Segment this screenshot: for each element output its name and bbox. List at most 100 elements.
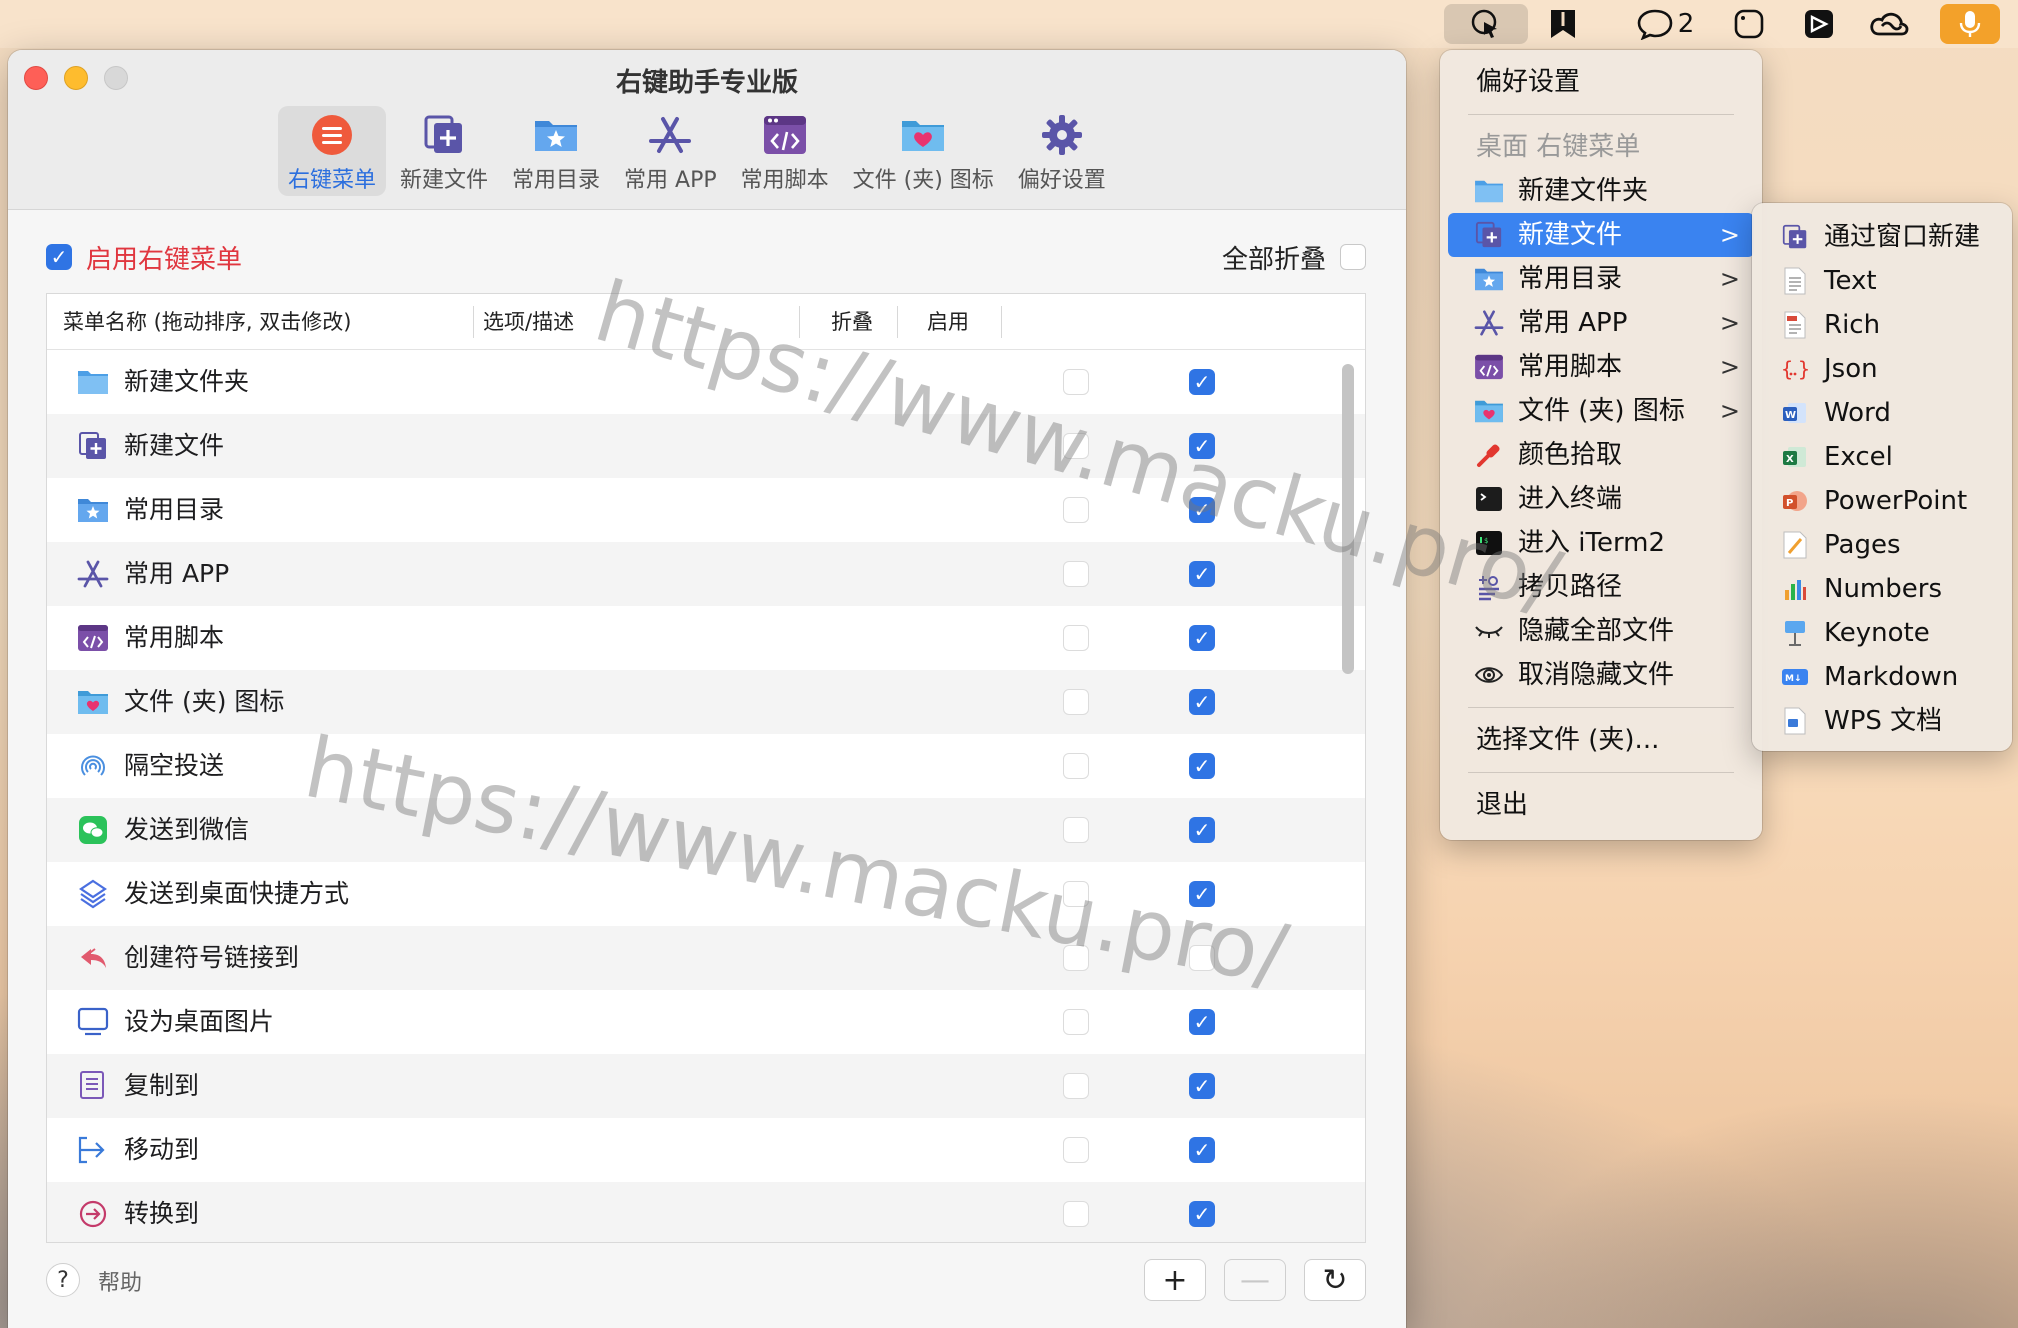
table-row[interactable]: 复制到 ✓ [47,1054,1365,1118]
tab-file-folder-icon[interactable]: 文件 (夹) 图标 [843,106,1004,196]
column-header-description[interactable]: 选项/描述 [483,294,574,350]
tab-common-script[interactable]: 常用脚本 [731,106,839,196]
row-fold-checkbox[interactable] [1063,689,1089,715]
capcut-menubar-icon[interactable] [1792,4,1846,44]
row-fold-checkbox[interactable] [1063,945,1089,971]
submenu-item[interactable]: Pages [1752,523,2012,567]
right-click-assistant-menubar-icon[interactable] [1444,4,1528,44]
menu-item[interactable]: 拷贝路径 [1448,565,1754,609]
chat-menubar-icon[interactable]: 2 [1620,4,1710,44]
table-row[interactable]: 新建文件夹 ✓ [47,350,1365,414]
row-fold-checkbox[interactable] [1063,753,1089,779]
menu-item[interactable]: $ 进入 iTerm2 [1448,521,1754,565]
table-scrollbar[interactable] [1342,364,1354,674]
menu-item[interactable]: 新建文件 > [1448,213,1754,257]
row-enable-checkbox[interactable]: ✓ [1189,1073,1215,1099]
column-header-name[interactable]: 菜单名称 (拖动排序, 双击修改) [63,294,351,350]
table-row[interactable]: 创建符号链接到 [47,926,1365,990]
menu-item[interactable]: 文件 (夹) 图标 > [1448,389,1754,433]
pages-icon [1780,531,1810,559]
row-fold-checkbox[interactable] [1063,433,1089,459]
tab-label: 偏好设置 [1017,168,1106,193]
row-enable-checkbox[interactable]: ✓ [1189,753,1215,779]
table-row[interactable]: 转换到 ✓ [47,1182,1365,1242]
row-enable-checkbox[interactable]: ✓ [1189,881,1215,907]
table-row[interactable]: 设为桌面图片 ✓ [47,990,1365,1054]
row-enable-checkbox[interactable] [1189,945,1215,971]
submenu-item[interactable]: Rich [1752,303,2012,347]
table-row[interactable]: 发送到微信 ✓ [47,798,1365,862]
table-row[interactable]: 常用脚本 ✓ [47,606,1365,670]
row-enable-checkbox[interactable]: ✓ [1189,1009,1215,1035]
submenu-item[interactable]: WPS 文档 [1752,699,2012,743]
table-row[interactable]: 移动到 ✓ [47,1118,1365,1182]
tab-right-click-menu[interactable]: 右键菜单 [278,106,387,196]
microphone-menubar-icon[interactable] [1940,4,2000,44]
menu-item-quit[interactable]: 退出 [1448,783,1754,827]
menu-item[interactable]: 常用脚本 > [1448,345,1754,389]
submenu-item[interactable]: Numbers [1752,567,2012,611]
menu-item[interactable]: 新建文件夹 [1448,169,1754,213]
submenu-item[interactable]: 通过窗口新建 [1752,215,2012,259]
submenu-item[interactable]: P PowerPoint [1752,479,2012,523]
submenu-item[interactable]: W Word [1752,391,2012,435]
row-fold-checkbox[interactable] [1063,369,1089,395]
table-row[interactable]: 常用目录 ✓ [47,478,1365,542]
submenu-item[interactable]: {} Json [1752,347,2012,391]
refresh-button[interactable]: ↻ [1304,1259,1366,1301]
row-fold-checkbox[interactable] [1063,1201,1089,1227]
submenu-item[interactable]: Text [1752,259,2012,303]
submenu-item[interactable]: X Excel [1752,435,2012,479]
row-fold-checkbox[interactable] [1063,497,1089,523]
creative-cloud-menubar-icon[interactable] [1862,4,1916,44]
remove-button[interactable]: — [1224,1259,1286,1301]
row-enable-checkbox[interactable]: ✓ [1189,689,1215,715]
row-enable-checkbox[interactable]: ✓ [1189,1201,1215,1227]
menu-item[interactable]: 取消隐藏文件 [1448,653,1754,697]
add-button[interactable]: + [1144,1259,1206,1301]
chat-bubble-icon [1637,9,1673,40]
row-fold-checkbox[interactable] [1063,1009,1089,1035]
menu-item-preferences[interactable]: 偏好设置 [1448,60,1754,104]
tab-common-directory[interactable]: 常用目录 [502,106,610,196]
fold-all-checkbox[interactable] [1340,244,1366,270]
row-fold-checkbox[interactable] [1063,881,1089,907]
row-fold-checkbox[interactable] [1063,1073,1089,1099]
tab-new-file[interactable]: 新建文件 [390,106,498,196]
enable-menu-checkbox[interactable]: ✓ [46,244,72,270]
menu-item[interactable]: 常用目录 > [1448,257,1754,301]
row-fold-checkbox[interactable] [1063,1137,1089,1163]
row-enable-checkbox[interactable]: ✓ [1189,497,1215,523]
column-header-enable[interactable]: 启用 [927,294,969,350]
menu-item[interactable]: 常用 APP > [1448,301,1754,345]
submenu-item[interactable]: Keynote [1752,611,2012,655]
row-enable-checkbox[interactable]: ✓ [1189,817,1215,843]
table-row[interactable]: 发送到桌面快捷方式 ✓ [47,862,1365,926]
submenu-item[interactable]: M↓ Markdown [1752,655,2012,699]
row-enable-checkbox[interactable]: ✓ [1189,1137,1215,1163]
row-fold-checkbox[interactable] [1063,561,1089,587]
row-fold-checkbox[interactable] [1063,817,1089,843]
table-row[interactable]: 文件 (夹) 图标 ✓ [47,670,1365,734]
table-row[interactable]: 常用 APP ✓ [47,542,1365,606]
tab-common-app[interactable]: 常用 APP [614,106,727,196]
script-icon [1474,353,1504,381]
bookmark-menubar-icon[interactable] [1536,4,1590,44]
enable-menu-label: 启用右键菜单 [86,244,243,275]
table-row[interactable]: 新建文件 ✓ [47,414,1365,478]
table-row[interactable]: 隔空投送 ✓ [47,734,1365,798]
menu-item[interactable]: 颜色拾取 [1448,433,1754,477]
row-enable-checkbox[interactable]: ✓ [1189,625,1215,651]
row-enable-checkbox[interactable]: ✓ [1189,369,1215,395]
bottom-bar: ? 帮助 + — ↻ [8,1255,1406,1315]
row-enable-checkbox[interactable]: ✓ [1189,561,1215,587]
menu-item-choose-file[interactable]: 选择文件 (夹)... [1448,718,1754,762]
row-enable-checkbox[interactable]: ✓ [1189,433,1215,459]
help-button[interactable]: ? [46,1263,80,1297]
menu-item[interactable]: 隐藏全部文件 [1448,609,1754,653]
row-fold-checkbox[interactable] [1063,625,1089,651]
tab-preferences[interactable]: 偏好设置 [1008,106,1116,196]
menu-item[interactable]: 进入终端 [1448,477,1754,521]
rounded-square-menubar-icon[interactable] [1722,4,1776,44]
column-header-fold[interactable]: 折叠 [831,294,873,350]
